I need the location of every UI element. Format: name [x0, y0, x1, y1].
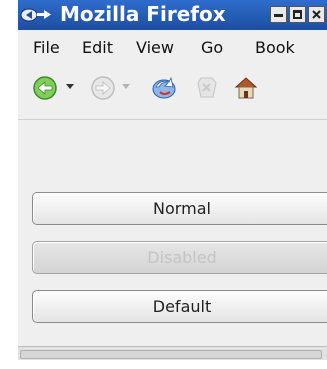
minimize-icon	[274, 14, 283, 17]
menu-file[interactable]: File	[33, 38, 60, 57]
default-button[interactable]: Default	[32, 290, 327, 323]
window-title: Mozilla Firefox	[60, 2, 226, 26]
maximize-button[interactable]	[289, 6, 306, 23]
back-icon[interactable]	[32, 75, 58, 101]
back-dropdown-icon[interactable]	[66, 84, 74, 90]
menu-go[interactable]: Go	[201, 38, 223, 57]
reload-icon[interactable]	[150, 75, 178, 101]
maximize-icon	[293, 10, 302, 19]
stop-icon[interactable]	[196, 75, 218, 101]
horizontal-scrollbar[interactable]	[18, 346, 327, 360]
menu-edit[interactable]: Edit	[82, 38, 113, 57]
menu-bookmarks[interactable]: Book	[255, 38, 295, 57]
close-button[interactable]	[308, 6, 325, 23]
home-icon[interactable]	[234, 75, 258, 101]
browser-window: Mozilla Firefox File Edit View Go Book N…	[18, 0, 327, 360]
forward-icon[interactable]	[90, 75, 116, 101]
title-bar[interactable]: Mozilla Firefox	[18, 0, 327, 30]
disabled-button: Disabled	[32, 241, 327, 274]
minimize-button[interactable]	[270, 6, 287, 23]
normal-button[interactable]: Normal	[32, 192, 327, 225]
app-menu-icon[interactable]	[20, 5, 54, 25]
close-icon	[312, 10, 321, 19]
menu-bar: File Edit View Go Book	[18, 30, 327, 62]
content-area: Normal Disabled Default	[18, 120, 327, 346]
navigation-toolbar	[18, 62, 327, 116]
menu-view[interactable]: View	[136, 38, 174, 57]
forward-dropdown-icon[interactable]	[122, 84, 130, 90]
scrollbar-thumb[interactable]	[20, 350, 322, 359]
